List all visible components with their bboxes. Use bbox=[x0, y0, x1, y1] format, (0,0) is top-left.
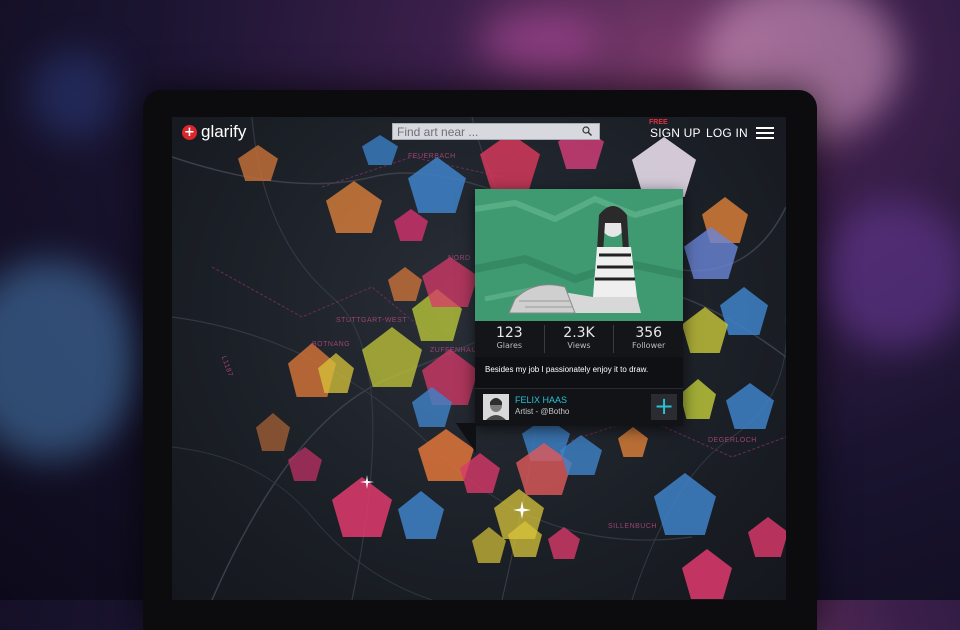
stat-value: 123 bbox=[495, 325, 523, 341]
stat-follower: 356 Follower bbox=[614, 325, 683, 353]
app-screen: FEUERBACH NORD STUTTGART-WEST BOTNANG L1… bbox=[172, 117, 786, 600]
artist-bio: Besides my job I passionately enjoy it t… bbox=[475, 357, 683, 387]
background-bokeh bbox=[820, 200, 960, 350]
stat-label: Follower bbox=[632, 341, 666, 350]
avatar[interactable] bbox=[483, 394, 509, 420]
free-badge: FREE bbox=[649, 119, 668, 126]
artist-info-row: FELIX HAAS Artist - @Botho + bbox=[475, 388, 683, 426]
sparkle-icon bbox=[513, 501, 531, 519]
sparkle-icon bbox=[360, 475, 374, 489]
map-label: NORD bbox=[448, 255, 471, 262]
background-bokeh bbox=[30, 50, 120, 140]
card-pointer bbox=[456, 423, 476, 453]
artwork-image[interactable] bbox=[475, 189, 683, 321]
map-label: STUTTGART-WEST bbox=[336, 317, 408, 324]
stat-value: 356 bbox=[635, 325, 663, 341]
map-label: FEUERBACH bbox=[408, 153, 456, 160]
brand-logo[interactable]: + glarify bbox=[182, 122, 246, 142]
artist-name[interactable]: FELIX HAAS bbox=[515, 395, 567, 405]
log-in-link[interactable]: LOG IN bbox=[706, 126, 748, 140]
stat-views: 2.3K Views bbox=[545, 325, 615, 353]
artist-role: Artist - @Botho bbox=[515, 407, 570, 416]
sign-up-link[interactable]: SIGN UP bbox=[650, 126, 701, 140]
stat-label: Glares bbox=[496, 341, 523, 350]
search-icon[interactable] bbox=[582, 126, 592, 136]
glarify-logo-icon: + bbox=[182, 124, 197, 140]
hamburger-menu-icon[interactable] bbox=[756, 127, 774, 139]
map-label: BOTNANG bbox=[312, 341, 351, 348]
artwork-popup-card[interactable]: 123 Glares 2.3K Views 356 Follower Besid… bbox=[475, 189, 683, 426]
search-box bbox=[392, 123, 600, 140]
follow-button[interactable]: + bbox=[651, 394, 677, 420]
artwork-illustration bbox=[475, 189, 683, 321]
map-label: DEGERLOCH bbox=[708, 437, 757, 444]
top-navigation-bar: + glarify FREE SIGN UP LOG IN bbox=[172, 117, 786, 151]
search-input[interactable] bbox=[393, 124, 581, 139]
stat-label: Views bbox=[567, 341, 591, 350]
map-label: SILLENBUCH bbox=[608, 523, 657, 530]
stat-value: 2.3K bbox=[563, 325, 595, 341]
stat-glares: 123 Glares bbox=[475, 325, 545, 353]
background-bokeh bbox=[480, 10, 600, 70]
brand-name: glarify bbox=[201, 122, 247, 141]
background-bokeh bbox=[0, 260, 140, 460]
artist-stats: 123 Glares 2.3K Views 356 Follower bbox=[475, 321, 683, 357]
